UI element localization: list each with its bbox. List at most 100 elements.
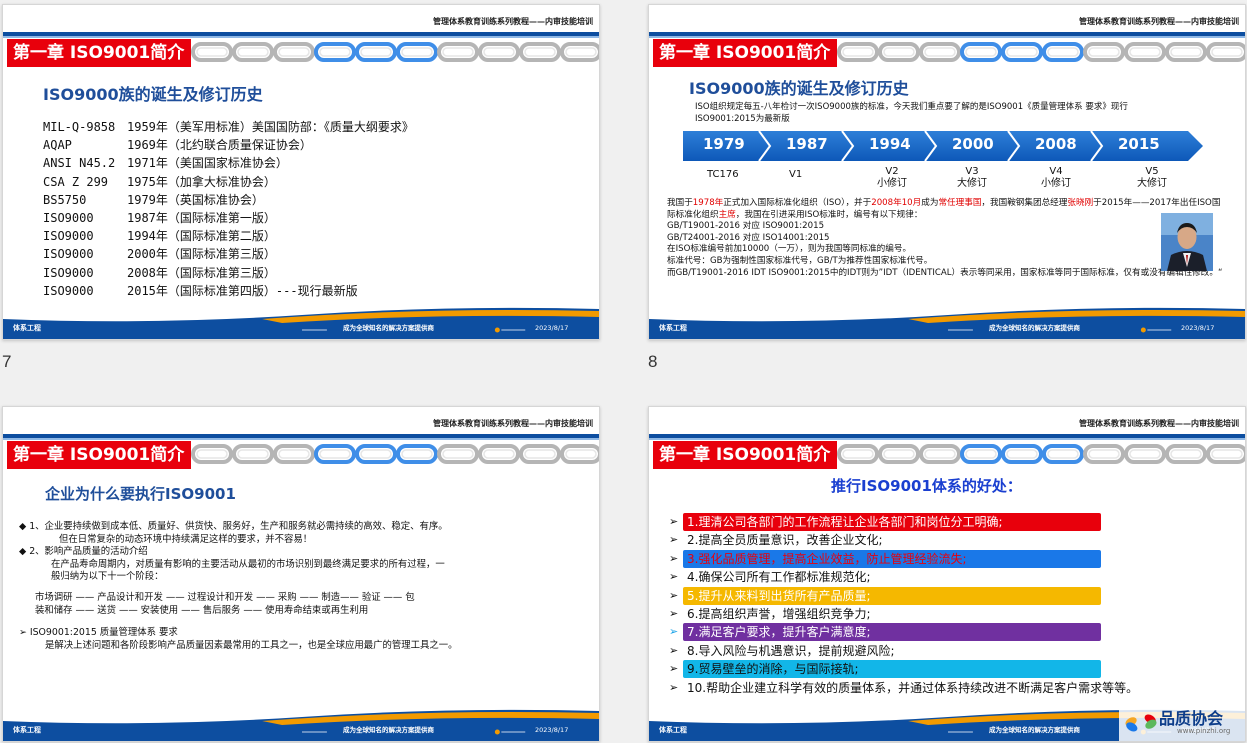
series-title: 管理体系教育训练系列教程——内审技能培训	[433, 17, 593, 26]
history-row: ISO9000 1994年（国际标准第二版）	[43, 227, 414, 245]
standard-code: AQAP	[43, 138, 72, 153]
chapter-label: 第一章 ISO9001简介	[7, 39, 191, 67]
china-adoption-text: 我国于1978年正式加入国际标准化组织（ISO），并于2008年10月成为常任理…	[667, 198, 1227, 279]
reasons-text: ◆ 1、企业要持续做到成本低、质量好、供货快、服务好，生产和服务就必需持续的高效…	[19, 521, 591, 652]
slide-title: 推行ISO9001体系的好处：	[831, 477, 1022, 495]
chain-decoration	[837, 42, 1245, 62]
series-title: 管理体系教育训练系列教程——内审技能培训	[1079, 17, 1239, 26]
arrow-bullet-icon: ➢	[669, 662, 679, 676]
standard-line: GB/T19001-2016 对应 ISO9001:2015	[667, 221, 825, 232]
history-row: ISO9000 2000年（国际标准第三版）	[43, 245, 414, 263]
standard-code: ISO9000	[43, 247, 94, 262]
footer-slogan: 成为全球知名的解决方案提供商	[989, 324, 1080, 332]
timeline-year: 1994	[869, 135, 911, 153]
history-text: 1979年（英国标准协会）	[127, 192, 264, 207]
arrow-bullet-icon: ➢	[669, 533, 679, 547]
history-text: 1975年（加拿大标准协会）	[127, 174, 276, 189]
history-row: ISO9000 2015年（国际标准第四版）---现行最新版	[43, 282, 414, 300]
benefit-item: ➢ 6.提高组织声誉，增强组织竞争力;	[669, 605, 1239, 623]
iso-description: 是解决上述问题和各阶段影响产品质量因素最常用的工具之一，也是全球应用最广的管理工…	[45, 639, 458, 651]
history-text: 1969年（北约联合质量保证协会）	[127, 138, 312, 153]
timeline-version-label: V1	[789, 169, 803, 180]
footer-date: 2023/8/17	[535, 726, 569, 734]
header-light-rule	[649, 438, 1245, 440]
benefit-item: ➢ 9.贸易壁垒的消除，与国际接轨;	[669, 660, 1239, 679]
slide-number: 8	[648, 352, 658, 371]
chapter-label: 第一章 ISO9001简介	[653, 441, 837, 469]
arrow-bullet-icon: ➢	[669, 606, 679, 620]
standard-code: BS5750	[43, 192, 87, 207]
watermark-text: 品质协会	[1159, 709, 1224, 728]
arrow-bullet-icon: ➢	[669, 643, 679, 657]
history-text: 1959年（美军用标准）美国国防部：《质量大纲要求》	[127, 120, 414, 134]
chain-decoration	[191, 444, 599, 464]
standard-code: MIL-Q-9858	[43, 120, 116, 134]
timeline-version-label: V3 大修订	[957, 166, 987, 189]
standard-code: ISO9000	[43, 211, 94, 226]
benefits-list: ➢ 1.理清公司各部门的工作流程让企业各部门和岗位分工明确; ➢ 2.提高全员质量意识…	[669, 513, 1239, 697]
benefit-item: ➢ 8.导入风险与机遇意识，提前规避风险;	[669, 642, 1239, 660]
footer-left-text: 体系工程	[13, 324, 41, 332]
standard-line: 而GB/T19001-2016 IDT ISO9001:2015中的IDT则为”…	[667, 267, 1223, 278]
chapter-label: 第一章 ISO9001简介	[7, 441, 191, 469]
arrow-bullet-icon: ➢	[669, 515, 679, 528]
slide-title: ISO9000族的诞生及修订历史	[689, 79, 909, 98]
timeline-version-label: V5 大修订	[1137, 166, 1167, 189]
timeline-year: 2000	[952, 135, 994, 153]
footer-left-text: 体系工程	[659, 324, 687, 332]
stages-line: 装和储存 —— 送货 —— 安装使用 —— 售后服务 —— 使用寿命结束或再生利…	[35, 604, 369, 616]
history-text: 2000年（国际标准第三版）	[127, 247, 276, 262]
timeline-version-label: V4 小修订	[1041, 166, 1071, 189]
benefit-text: 10.帮助企业建立科学有效的质量体系，并通过体系持续改进不断满足客户需求等等。	[687, 680, 1139, 695]
footer-left-text: 体系工程	[659, 726, 687, 734]
history-row: ANSI N45.2 1971年（美国国家标准协会）	[43, 154, 414, 172]
adoption-paragraph: 我国于1978年正式加入国际标准化组织（ISO），并于2008年10月成为常任理…	[667, 198, 1221, 220]
timeline-year: 2008	[1035, 135, 1077, 153]
benefit-text: 2.提高全员质量意识，改善企业文化;	[687, 533, 883, 548]
history-text: 1971年（美国国家标准协会）	[127, 156, 288, 171]
slide-number: 7	[2, 352, 12, 371]
iso-heading: ➢ ISO9001:2015 质量管理体系 要求	[19, 627, 178, 639]
history-row: MIL-Q-9858 1959年（美军用标准）美国国防部：《质量大纲要求》	[43, 118, 414, 136]
chain-decoration	[837, 444, 1245, 464]
benefit-item: ➢ 2.提高全员质量意识，改善企业文化;	[669, 531, 1239, 549]
benefit-text: 8.导入风险与机遇意识，提前规避风险;	[687, 643, 895, 658]
timeline-year: 2015	[1118, 135, 1160, 153]
footer-wave	[3, 709, 599, 741]
footer-wave	[649, 307, 1245, 339]
standard-code: ISO9000	[43, 265, 94, 280]
benefit-text: 9.贸易壁垒的消除，与国际接轨;	[683, 660, 1101, 679]
benefit-text: 4.确保公司所有工作都标准规范化;	[687, 570, 871, 585]
reason-1-cont: 但在日常复杂的动态环境中持续满足这样的要求，并不容易！	[59, 533, 313, 545]
history-row: ISO9000 1987年（国际标准第一版）	[43, 209, 414, 227]
header-light-rule	[649, 36, 1245, 38]
watermark-url: www.pinzhi.org	[1177, 727, 1231, 735]
reason-2-desc: 般归纳为以下十一个阶段：	[51, 571, 164, 583]
series-title: 管理体系教育训练系列教程——内审技能培训	[433, 419, 593, 428]
history-row: ISO9000 2008年（国际标准第三版）	[43, 264, 414, 282]
history-text: 1994年（国际标准第二版）	[127, 229, 276, 244]
reason-2-desc: 在产品寿命周期内，对质量有影响的主要活动从最初的市场识别到最终满足要求的所有过程…	[51, 558, 445, 570]
standard-code: ANSI N45.2	[43, 156, 116, 171]
arrow-bullet-icon: ➢	[669, 625, 679, 639]
slide-7[interactable]: 管理体系教育训练系列教程——内审技能培训 第一章 ISO9001简介 ISO90…	[2, 4, 600, 340]
stages-line: 市场调研 —— 产品设计和开发 —— 过程设计和开发 —— 采购 —— 制造——…	[35, 591, 415, 603]
person-photo	[1161, 213, 1213, 271]
benefit-item: ➢ 4.确保公司所有工作都标准规范化;	[669, 568, 1239, 586]
slide-10[interactable]: 管理体系教育训练系列教程——内审技能培训 第一章 ISO9001简介 推行ISO…	[648, 406, 1246, 742]
footer-date: 2023/8/17	[535, 324, 569, 332]
chapter-label: 第一章 ISO9001简介	[653, 39, 837, 67]
chain-decoration	[191, 42, 599, 62]
standard-line: 标准代号：GB为强制性国家标准代号，GB/T为推荐性国家标准代号。	[667, 255, 933, 266]
standard-code: CSA Z 299	[43, 174, 109, 189]
benefit-item: ➢ 3.强化品质管理，提高企业效益，防止管理经验流失;	[669, 549, 1239, 568]
header-light-rule	[3, 36, 599, 38]
history-list: MIL-Q-9858 1959年（美军用标准）美国国防部：《质量大纲要求》 AQAP…	[43, 118, 414, 300]
arrow-bullet-icon: ➢	[669, 588, 679, 602]
footer-slogan: 成为全球知名的解决方案提供商	[343, 324, 434, 332]
slide-8[interactable]: 管理体系教育训练系列教程——内审技能培训 第一章 ISO9001简介 ISO90…	[648, 4, 1246, 340]
history-text: 2008年（国际标准第三版）	[127, 265, 276, 280]
history-row: AQAP 1969年（北约联合质量保证协会）	[43, 136, 414, 154]
benefit-text: 7.满足客户要求，提升客户满意度;	[683, 623, 1101, 642]
slide-9[interactable]: 管理体系教育训练系列教程——内审技能培训 第一章 ISO9001简介 企业为什么…	[2, 406, 600, 742]
